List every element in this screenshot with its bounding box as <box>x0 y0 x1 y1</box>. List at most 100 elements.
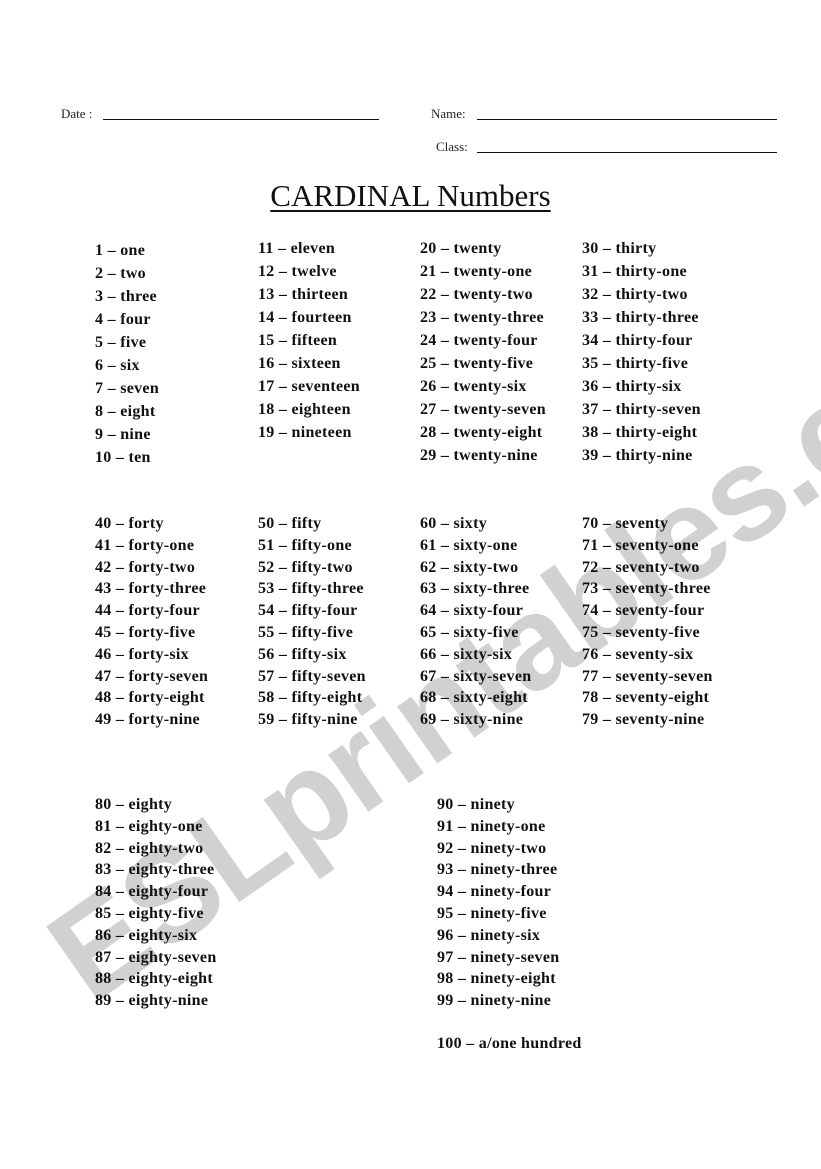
number-entry: 68 – sixty-eight <box>420 689 528 707</box>
number-column: 50 – fifty 51 – fifty-one 52 – fifty-two 53… <box>258 513 366 731</box>
number-entry: 56 – fifty-six <box>258 645 347 663</box>
number-entry: 13 – thirteen <box>258 286 349 303</box>
number-entry: 50 – fifty <box>258 515 322 532</box>
number-entry: 23 – twenty-three <box>420 309 544 326</box>
number-entry: 60 – sixty <box>420 515 487 532</box>
name-field[interactable] <box>477 119 777 120</box>
number-entry: 10 – ten <box>95 449 151 466</box>
number-entry: 16 – sixteen <box>258 355 341 372</box>
number-entry: 62 – sixty-two <box>420 558 519 576</box>
number-entry: 11 – eleven <box>258 240 336 257</box>
number-entry: 31 – thirty-one <box>582 263 687 280</box>
number-entry: 69 – sixty-nine <box>420 711 524 729</box>
number-entry: 41 – forty-one <box>95 536 195 554</box>
number-entry: 9 – nine <box>95 426 151 443</box>
number-entry: 79 – seventy-nine <box>582 711 705 729</box>
number-entry: 26 – twenty-six <box>420 378 527 395</box>
number-entry: 94 – ninety-four <box>437 883 552 901</box>
number-entry: 37 – thirty-seven <box>582 401 701 418</box>
number-column: 40 – forty 41 – forty-one 42 – forty-two 43… <box>95 513 208 731</box>
number-entry: 99 – ninety-nine <box>437 992 552 1010</box>
number-entry: 73 – seventy-three <box>582 580 711 598</box>
number-entry: 22 – twenty-two <box>420 286 533 303</box>
number-entry: 91 – ninety-one <box>437 817 546 835</box>
number-entry: 18 – eighteen <box>258 401 351 418</box>
number-entry: 46 – forty-six <box>95 645 189 663</box>
number-entry: 89 – eighty-nine <box>95 992 209 1010</box>
number-column: 90 – ninety 91 – ninety-one 92 – ninety-tw… <box>437 794 559 1012</box>
number-entry: 82 – eighty-two <box>95 839 204 857</box>
number-entry: 80 – eighty <box>95 796 173 813</box>
number-entry: 84 – eighty-four <box>95 883 209 901</box>
number-entry: 2 – two <box>95 265 146 282</box>
number-entry: 63 – sixty-three <box>420 580 530 598</box>
number-entry: 20 – twenty <box>420 240 502 257</box>
number-entry: 35 – thirty-five <box>582 355 689 372</box>
number-entry: 70 – seventy <box>582 515 669 532</box>
number-entry: 90 – ninety <box>437 796 515 813</box>
number-entry: 98 – ninety-eight <box>437 970 556 988</box>
number-entry: 17 – seventeen <box>258 378 360 395</box>
number-entry: 39 – thirty-nine <box>582 447 693 464</box>
number-entry: 15 – fifteen <box>258 332 338 349</box>
number-entry: 76 – seventy-six <box>582 645 694 663</box>
class-field[interactable] <box>477 152 777 153</box>
number-entry: 85 – eighty-five <box>95 904 204 922</box>
number-entry: 93 – ninety-three <box>437 861 558 879</box>
number-entry: 96 – ninety-six <box>437 926 541 944</box>
class-label: Class: <box>436 139 468 154</box>
number-entry: 49 – forty-nine <box>95 711 200 729</box>
page-title: CARDINAL Numbers <box>270 178 551 213</box>
number-entry: 29 – twenty-nine <box>420 447 538 464</box>
number-entry: 38 – thirty-eight <box>582 424 698 441</box>
number-entry: 54 – fifty-four <box>258 602 358 620</box>
date-field[interactable] <box>103 119 379 120</box>
number-entry: 30 – thirty <box>582 240 657 257</box>
number-column: 70 – seventy 71 – seventy-one 72 – seventy… <box>582 513 713 731</box>
number-entry: 64 – sixty-four <box>420 602 524 620</box>
number-entry: 88 – eighty-eight <box>95 970 213 988</box>
number-entry: 78 – seventy-eight <box>582 689 710 707</box>
number-column: 30 – thirty 31 – thirty-one 32 – thirty-tw… <box>582 237 701 467</box>
number-entry: 3 – three <box>95 288 157 305</box>
number-entry: 24 – twenty-four <box>420 332 538 349</box>
number-entry: 83 – eighty-three <box>95 861 215 879</box>
number-entry: 92 – ninety-two <box>437 839 547 857</box>
number-entry: 61 – sixty-one <box>420 536 518 554</box>
number-entry: 12 – twelve <box>258 263 337 280</box>
number-entry: 4 – four <box>95 311 151 328</box>
number-column: 20 – twenty 21 – twenty-one 22 – twenty-tw… <box>420 237 546 467</box>
number-entry: 81 – eighty-one <box>95 817 203 835</box>
number-entry: 25 – twenty-five <box>420 355 534 372</box>
number-entry: 43 – forty-three <box>95 580 207 598</box>
number-entry: 44 – forty-four <box>95 602 200 620</box>
number-column: 11 – eleven 12 – twelve 13 – thirteen 14 – … <box>258 237 360 444</box>
number-entry: 86 – eighty-six <box>95 926 198 944</box>
number-column: 60 – sixty 61 – sixty-one 62 – sixty-two 63… <box>420 513 531 731</box>
name-label: Name: <box>431 106 466 121</box>
number-entry: 36 – thirty-six <box>582 378 682 395</box>
number-entry: 28 – twenty-eight <box>420 424 543 441</box>
number-entry: 7 – seven <box>95 380 160 397</box>
number-entry: 19 – nineteen <box>258 424 352 441</box>
number-entry: 74 – seventy-four <box>582 602 705 620</box>
number-entry: 87 – eighty-seven <box>95 948 217 966</box>
number-entry: 55 – fifty-five <box>258 623 354 641</box>
number-entry: 53 – fifty-three <box>258 580 364 598</box>
number-entry: 45 – forty-five <box>95 623 196 641</box>
number-entry: 75 – seventy-five <box>582 623 700 641</box>
number-entry: 34 – thirty-four <box>582 332 693 349</box>
date-label: Date : <box>61 106 93 121</box>
number-entry: 33 – thirty-three <box>582 309 699 326</box>
number-entry: 40 – forty <box>95 515 164 532</box>
number-entry: 67 – sixty-seven <box>420 667 532 685</box>
number-entry: 95 – ninety-five <box>437 904 547 922</box>
number-entry: 77 – seventy-seven <box>582 667 713 685</box>
number-entry: 5 – five <box>95 334 147 351</box>
number-entry: 51 – fifty-one <box>258 536 352 554</box>
number-entry: 42 – forty-two <box>95 558 196 576</box>
number-entry: 48 – forty-eight <box>95 689 205 707</box>
number-entry: 66 – sixty-six <box>420 645 513 663</box>
number-entry: 27 – twenty-seven <box>420 401 546 418</box>
number-entry: 52 – fifty-two <box>258 558 353 576</box>
